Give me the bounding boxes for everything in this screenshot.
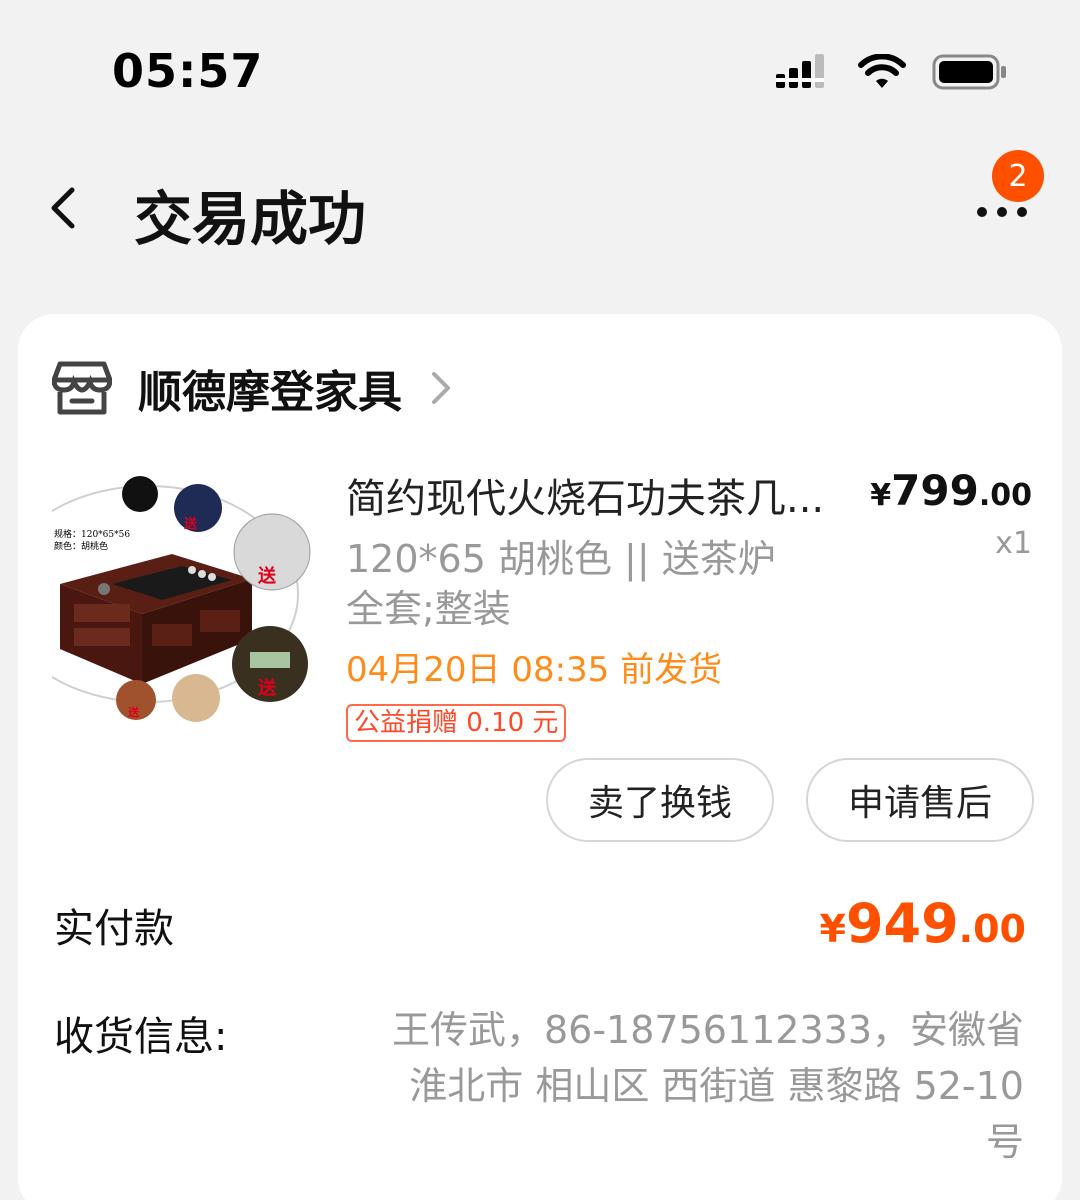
battery-icon bbox=[932, 54, 1006, 90]
shop-name: 顺德摩登家具 bbox=[138, 367, 402, 418]
product-quantity: x1 bbox=[995, 526, 1032, 561]
address-label: 收货信息: bbox=[54, 1014, 228, 1060]
paid-label: 实付款 bbox=[54, 906, 174, 952]
charity-tag: 公益捐赠 0.10 元 bbox=[346, 704, 567, 742]
cellular-signal-icon bbox=[776, 54, 824, 88]
nav-bar: 交易成功 bbox=[0, 140, 1080, 280]
sell-button[interactable]: 卖了换钱 bbox=[546, 758, 774, 842]
gift-label-4: 送 bbox=[127, 705, 140, 719]
back-button[interactable] bbox=[40, 180, 90, 236]
product-image[interactable]: 规格：120*65*56 颜色：胡桃色 送 送 送 送 bbox=[52, 474, 314, 724]
gift-label-2: 送 bbox=[257, 565, 277, 587]
notification-badge: 2 bbox=[992, 150, 1044, 202]
product-price-integer: 799 bbox=[891, 466, 979, 515]
store-icon bbox=[52, 361, 112, 415]
order-card: 顺德摩登家具 规格：120*65*56 颜色：胡桃色 送 送 送 送 简约现代火… bbox=[18, 314, 1062, 1200]
status-time: 05:57 bbox=[112, 44, 264, 98]
paid-amount: ¥949.00 bbox=[819, 892, 1026, 955]
spec-size-label: 规格：120*65*56 bbox=[54, 528, 130, 540]
ship-time: 04月20日 08:35 前发货 bbox=[346, 650, 723, 690]
chevron-right-icon bbox=[432, 372, 450, 404]
spec-color-label: 颜色：胡桃色 bbox=[54, 540, 108, 552]
product-price: ¥799.00 bbox=[870, 466, 1032, 515]
status-icons bbox=[776, 52, 1008, 92]
status-bar: 05:57 bbox=[0, 0, 1080, 140]
shop-link[interactable]: 顺德摩登家具 bbox=[52, 358, 456, 418]
gift-label-1: 送 bbox=[183, 516, 198, 532]
product-price-decimal: .00 bbox=[978, 478, 1032, 513]
gift-label-3: 送 bbox=[257, 677, 277, 699]
product-title[interactable]: 简约现代火烧石功夫茶几... bbox=[346, 466, 846, 524]
paid-integer: 949 bbox=[845, 892, 959, 955]
after-sale-button[interactable]: 申请售后 bbox=[806, 758, 1034, 842]
page-title: 交易成功 bbox=[134, 185, 367, 253]
product-spec: 120*65 胡桃色 || 送茶炉 全套;整装 bbox=[346, 537, 776, 631]
wifi-icon bbox=[858, 54, 906, 88]
product-price-currency: ¥ bbox=[870, 478, 892, 513]
paid-currency: ¥ bbox=[819, 907, 846, 951]
address-value[interactable]: 王传武，86-18756112333，安徽省 淮北市 相山区 西街道 惠黎路 5… bbox=[374, 1002, 1024, 1170]
paid-decimal: .00 bbox=[958, 907, 1026, 951]
